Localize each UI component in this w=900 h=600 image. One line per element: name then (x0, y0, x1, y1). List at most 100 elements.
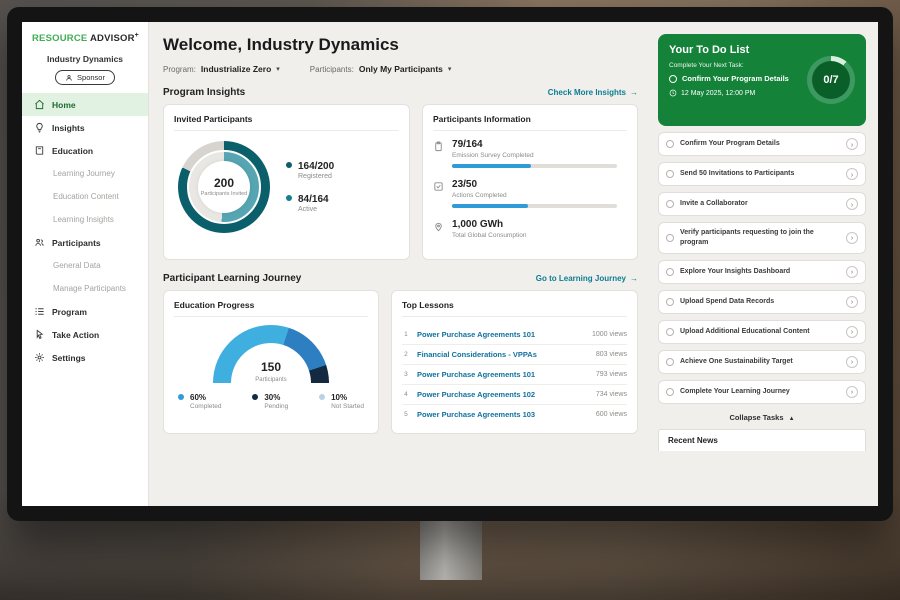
legend-label: Completed (190, 403, 221, 410)
sidebar-item-label: Learning Insights (53, 215, 114, 224)
gauge-center-label: Participants (255, 377, 286, 383)
lesson-link[interactable]: Power Purchase Agreements 101 (417, 330, 585, 339)
sidebar-item-general-data[interactable]: General Data (22, 254, 148, 277)
legend-dot-icon (319, 394, 325, 400)
sponsor-badge: Sponsor (55, 70, 115, 85)
sidebar-item-participants[interactable]: Participants (22, 231, 148, 254)
sidebar-item-insights[interactable]: Insights (22, 116, 148, 139)
chevron-right-icon[interactable]: › (846, 356, 858, 368)
task-item[interactable]: Complete Your Learning Journey › (658, 380, 866, 404)
sidebar-item-learning-insights[interactable]: Learning Insights (22, 208, 148, 231)
checkbox-icon[interactable] (666, 170, 674, 178)
task-item[interactable]: Invite a Collaborator › (658, 192, 866, 216)
checkbox-icon[interactable] (666, 200, 674, 208)
participants-filter-value: Only My Participants (359, 64, 443, 74)
task-label: Upload Additional Educational Content (680, 327, 840, 337)
todo-progress-value: 0/7 (812, 61, 850, 99)
card-title: Invited Participants (174, 114, 399, 131)
participants-filter[interactable]: Participants: Only My Participants ▾ (310, 64, 452, 74)
chevron-right-icon[interactable]: › (846, 386, 858, 398)
sidebar-item-manage-participants[interactable]: Manage Participants (22, 277, 148, 300)
sidebar: RESOURCE ADVISOR+ Industry Dynamics Spon… (22, 22, 149, 506)
card-title: Participants Information (433, 114, 627, 131)
todo-next-task[interactable]: Confirm Your Program Details (669, 74, 799, 83)
task-item[interactable]: Verify participants requesting to join t… (658, 222, 866, 254)
lesson-views: 793 views (596, 371, 627, 378)
gauge-center-value: 150 (213, 360, 329, 374)
sidebar-nav: Home Insights Education Learning Journey… (22, 93, 148, 369)
checkbox-icon[interactable] (669, 75, 677, 83)
sidebar-item-label: Take Action (52, 330, 99, 340)
check-more-insights-link[interactable]: Check More Insights → (548, 88, 638, 97)
sidebar-item-program[interactable]: Program (22, 300, 148, 323)
program-insights-section-header: Program Insights Check More Insights → (163, 87, 638, 98)
chevron-right-icon[interactable]: › (846, 296, 858, 308)
participants-filter-label: Participants: (310, 65, 354, 74)
task-item[interactable]: Upload Spend Data Records › (658, 290, 866, 314)
legend-value: 84/164 (298, 194, 329, 205)
chevron-right-icon[interactable]: › (846, 198, 858, 210)
chevron-right-icon[interactable]: › (846, 168, 858, 180)
sidebar-item-label: Home (52, 100, 76, 110)
learning-cards-row: Education Progress 150 Participants (163, 290, 638, 434)
legend-item-active: 84/164 Active (286, 194, 334, 213)
chevron-right-icon[interactable]: › (846, 266, 858, 278)
task-item[interactable]: Confirm Your Program Details › (658, 132, 866, 156)
legend-item-not-started: 10% Not Started (319, 393, 364, 410)
info-row-consumption: 1,000 GWh Total Global Consumption (433, 219, 627, 239)
sidebar-item-label: Program (52, 307, 87, 317)
todo-next-task-label: Confirm Your Program Details (682, 74, 789, 83)
todo-due-label: 12 May 2025, 12:00 PM (681, 90, 755, 97)
main-content: Welcome, Industry Dynamics Program: Indu… (149, 22, 652, 506)
sidebar-item-education-content[interactable]: Education Content (22, 185, 148, 208)
top-lessons-card: Top Lessons 1 Power Purchase Agreements … (391, 290, 638, 434)
checkbox-icon[interactable] (666, 358, 674, 366)
clipboard-icon (433, 141, 444, 152)
chevron-right-icon[interactable]: › (846, 138, 858, 150)
program-filter[interactable]: Program: Industrialize Zero ▾ (163, 64, 280, 74)
legend-item-registered: 164/200 Registered (286, 161, 334, 180)
lesson-rank: 2 (402, 351, 410, 358)
go-to-learning-journey-link[interactable]: Go to Learning Journey → (536, 274, 638, 283)
dashboard-screen: RESOURCE ADVISOR+ Industry Dynamics Spon… (22, 22, 878, 506)
checkbox-icon[interactable] (666, 328, 674, 336)
insights-cards-row: Invited Participants 200 Participants In… (163, 104, 638, 260)
sidebar-item-take-action[interactable]: Take Action (22, 323, 148, 346)
lesson-rank: 3 (402, 371, 410, 378)
home-icon (34, 99, 45, 110)
invited-legend: 164/200 Registered 84/164 Active (286, 161, 334, 213)
logo-primary: RESOURCE (32, 33, 87, 44)
recent-news-header: Recent News (658, 429, 866, 451)
checkbox-icon[interactable] (666, 234, 674, 242)
lesson-rank: 1 (402, 331, 410, 338)
sidebar-item-learning-journey[interactable]: Learning Journey (22, 162, 148, 185)
lesson-rank: 5 (402, 411, 410, 418)
legend-dot-icon (252, 394, 258, 400)
sidebar-item-education[interactable]: Education (22, 139, 148, 162)
checkbox-icon[interactable] (666, 268, 674, 276)
task-item[interactable]: Achieve One Sustainability Target › (658, 350, 866, 374)
progress-bar-fill (452, 164, 531, 168)
sidebar-item-settings[interactable]: Settings (22, 346, 148, 369)
program-filter-value: Industrialize Zero (201, 64, 271, 74)
sidebar-item-home[interactable]: Home (22, 93, 148, 116)
lesson-link[interactable]: Power Purchase Agreements 103 (417, 410, 589, 419)
chevron-right-icon[interactable]: › (846, 326, 858, 338)
gear-icon (34, 352, 45, 363)
education-progress-card: Education Progress 150 Participants (163, 290, 379, 434)
todo-title: Your To Do List (669, 44, 855, 56)
legend-value: 164/200 (298, 161, 334, 172)
lesson-link[interactable]: Power Purchase Agreements 102 (417, 390, 589, 399)
task-item[interactable]: Upload Additional Educational Content › (658, 320, 866, 344)
collapse-tasks-link[interactable]: Collapse Tasks ▲ (658, 413, 866, 422)
lesson-link[interactable]: Power Purchase Agreements 101 (417, 370, 589, 379)
chevron-right-icon[interactable]: › (846, 232, 858, 244)
checkbox-icon[interactable] (666, 298, 674, 306)
checkbox-icon[interactable] (666, 140, 674, 148)
info-row-emission-survey: 79/164 Emission Survey Completed (433, 139, 627, 168)
task-item[interactable]: Send 50 Invitations to Participants › (658, 162, 866, 186)
checkbox-icon[interactable] (666, 388, 674, 396)
chevron-down-icon: ▾ (448, 65, 452, 73)
task-item[interactable]: Explore Your Insights Dashboard › (658, 260, 866, 284)
lesson-link[interactable]: Financial Considerations - VPPAs (417, 350, 589, 359)
